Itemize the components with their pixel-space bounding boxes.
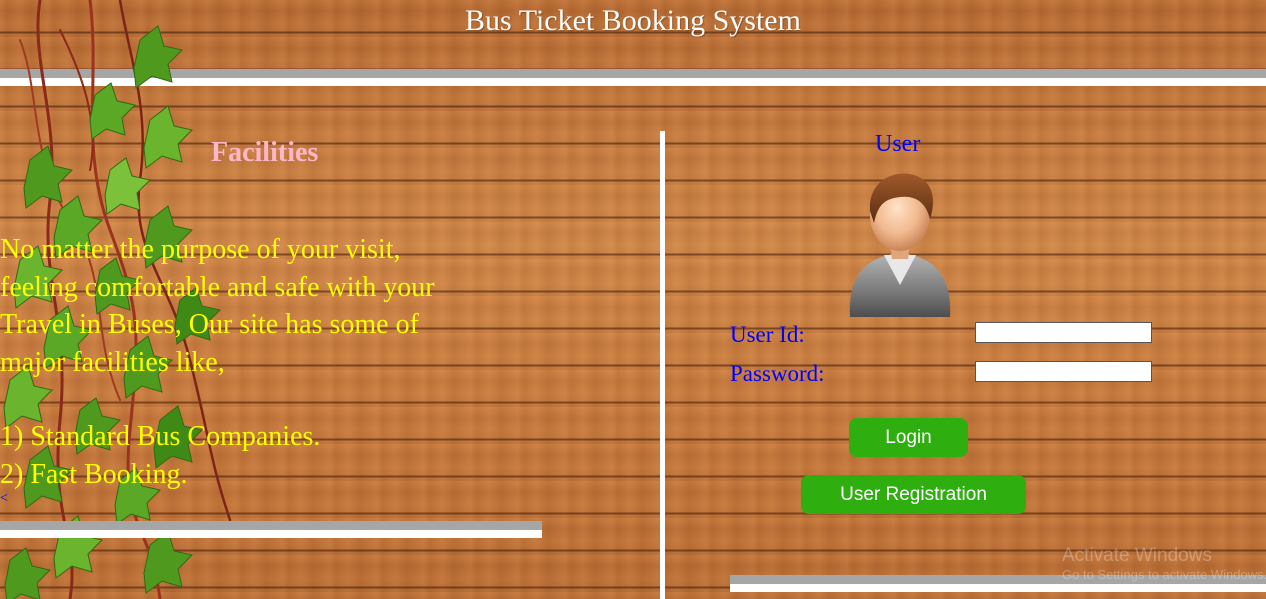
user-avatar-icon (849, 173, 951, 317)
facilities-description: No matter the purpose of your visit, fee… (0, 231, 520, 493)
facilities-intro-line: major facilities like, (0, 346, 225, 378)
partial-link[interactable]: < (0, 491, 8, 507)
user-id-input[interactable] (975, 322, 1152, 343)
password-input[interactable] (975, 361, 1152, 382)
facilities-intro-line: feeling comfortable and safe with your (0, 271, 435, 303)
user-registration-button[interactable]: User Registration (801, 475, 1026, 514)
user-heading: User (875, 131, 921, 157)
facilities-heading: Facilities (211, 137, 319, 168)
password-label: Password: (730, 361, 825, 386)
facilities-intro-line: Travel in Buses, Our site has some of (0, 309, 419, 340)
facility-item: 2) Fast Booking. (0, 458, 188, 490)
vertical-divider (660, 131, 665, 599)
watermark-line: Activate Windows (1062, 545, 1212, 566)
header-divider (0, 69, 1266, 86)
page-title: Bus Ticket Booking System (465, 4, 801, 37)
watermark-line: Go to Settings to activate Windows. (1062, 567, 1266, 582)
facilities-intro-line: No matter the purpose of your visit, (0, 234, 401, 265)
facility-item: 1) Standard Bus Companies. (0, 421, 321, 452)
activation-watermark: Activate Windows Go to Settings to activ… (1062, 545, 1266, 582)
user-id-label: User Id: (730, 322, 805, 347)
left-section-divider (0, 521, 542, 538)
login-button[interactable]: Login (849, 418, 968, 457)
